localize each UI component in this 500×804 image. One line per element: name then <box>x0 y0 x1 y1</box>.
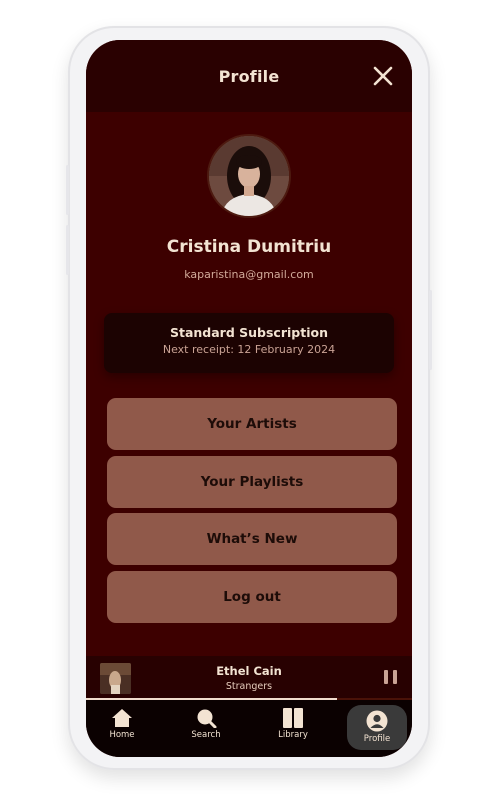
pause-icon-bar <box>393 670 397 684</box>
bottom-nav: Home Search Library Profile <box>86 700 412 757</box>
user-email: kaparistina@gmail.com <box>184 268 314 281</box>
your-playlists-button[interactable]: Your Playlists <box>107 456 397 508</box>
side-button-lower <box>66 225 69 275</box>
nav-item-home[interactable]: Home <box>92 700 152 752</box>
nav-item-profile[interactable]: Profile <box>347 705 407 750</box>
app-screen: Profile Cristina Dumitriu kaparistina@gm… <box>86 40 412 757</box>
nav-label-search: Search <box>191 730 221 740</box>
subscription-plan: Standard Subscription <box>169 325 328 340</box>
track-title: Ethel Cain <box>216 664 282 678</box>
now-playing-bar[interactable]: Ethel Cain Strangers <box>86 656 412 700</box>
next-receipt-date: Next receipt: 12 February 2024 <box>162 343 336 356</box>
whats-new-button[interactable]: What’s New <box>107 513 397 565</box>
side-button-upper <box>66 165 69 215</box>
nav-item-library[interactable]: Library <box>263 700 323 752</box>
power-button <box>429 290 432 370</box>
nav-label-library: Library <box>278 730 308 740</box>
profile-photo-image <box>209 136 289 216</box>
nav-item-search[interactable]: Search <box>176 700 236 752</box>
pause-button[interactable] <box>384 670 398 686</box>
page-title: Profile <box>218 66 280 86</box>
track-subtitle: Strangers <box>225 681 273 692</box>
home-icon <box>112 709 132 727</box>
nav-label-home: Home <box>109 730 135 740</box>
avatar[interactable] <box>209 136 289 216</box>
subscription-card[interactable]: Standard Subscription Next receipt: 12 F… <box>104 313 394 373</box>
close-icon <box>373 66 393 86</box>
nav-label-profile: Profile <box>363 734 391 744</box>
log-out-button[interactable]: Log out <box>107 571 397 623</box>
close-button[interactable] <box>372 65 394 87</box>
pause-icon <box>384 670 388 684</box>
user-name: Cristina Dumitriu <box>166 237 332 257</box>
user-icon <box>366 710 388 732</box>
your-artists-button[interactable]: Your Artists <box>107 398 397 450</box>
search-icon <box>197 709 217 728</box>
header-bar: Profile <box>86 40 412 112</box>
library-icon <box>283 708 303 728</box>
